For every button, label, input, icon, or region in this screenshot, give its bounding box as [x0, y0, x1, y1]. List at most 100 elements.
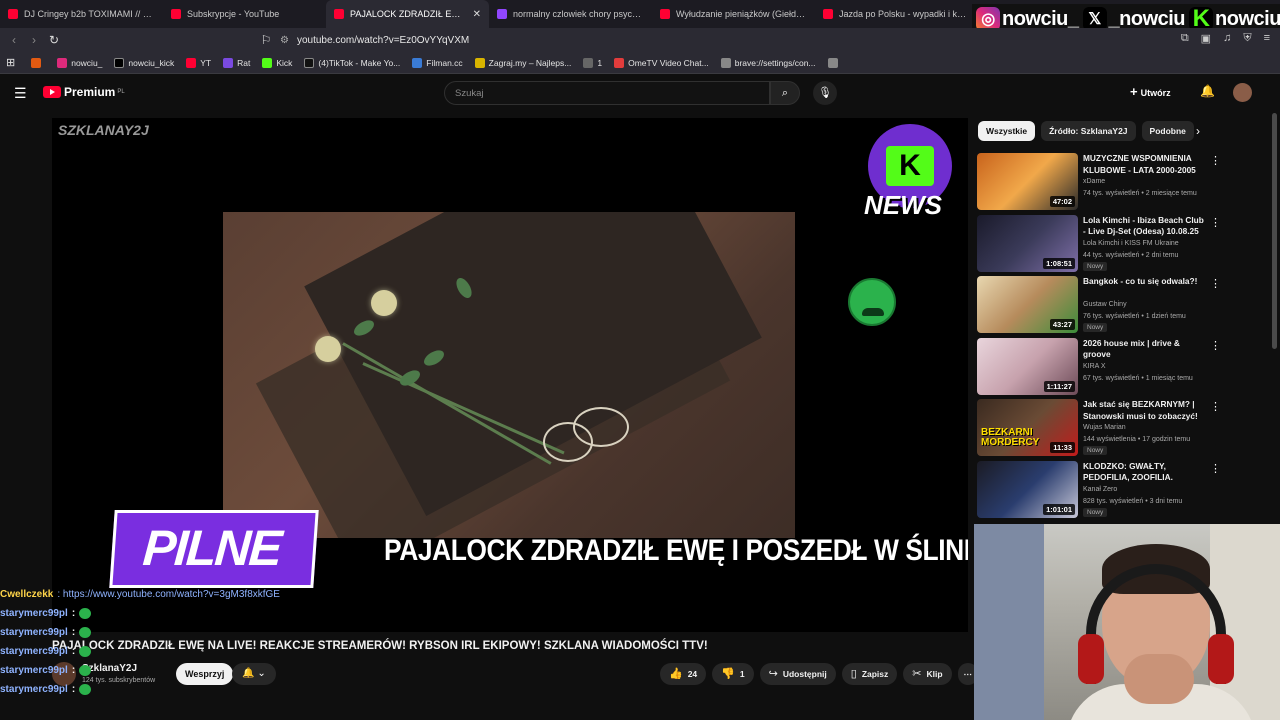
more-vertical-icon[interactable]: ⋮: [1210, 339, 1221, 352]
bookmark-item[interactable]: 1: [583, 57, 602, 68]
bookmark-item[interactable]: YT: [186, 57, 211, 68]
filter-chips: Wszystkie Źródło: SzklanaY2J Podobne: [978, 121, 1194, 141]
bookmark-item[interactable]: brave://settings/con...: [720, 57, 816, 68]
browser-tab[interactable]: DJ Cringey b2b TOXIMAMI // Sexpre: [0, 0, 163, 28]
chip-all[interactable]: Wszystkie: [978, 121, 1036, 141]
bookmark-item[interactable]: (4)TikTok - Make Yo...: [304, 57, 400, 68]
save-button[interactable]: ▯ Zapisz: [841, 663, 898, 685]
youtube-favicon-icon: [334, 9, 344, 19]
clip-button[interactable]: ✂ Klip: [903, 663, 952, 685]
recommendation-item[interactable]: BEZKARNI MORDERCY 11:33 Jak stać się BEZK…: [977, 397, 1223, 459]
recommendation-item[interactable]: 43:27 Bangkok - co tu się odwala?! Gusta…: [977, 274, 1223, 336]
game-icon: [474, 57, 485, 68]
youtube-favicon-icon: [171, 9, 181, 19]
microphone-icon: 🎙: [818, 87, 832, 99]
video-thumbnail[interactable]: 1:11:27: [977, 337, 1078, 395]
bookmark-item[interactable]: Rat: [223, 57, 250, 68]
tiktok-icon: [304, 57, 315, 68]
chat-message: starymerc99pl:: [0, 604, 340, 623]
recommendation-item[interactable]: 1:08:51 Lola Kimchi - Ibiza Beach Club -…: [977, 213, 1223, 275]
video-thumbnail[interactable]: 1:08:51: [977, 214, 1078, 272]
youtube-icon: [186, 57, 197, 68]
news-headline: PAJALOCK ZDRADZIŁ EWĘ I POSZEDŁ W ŚLINĘ: [384, 534, 968, 567]
share-button[interactable]: ↪ Udostępnij: [759, 663, 836, 685]
more-vertical-icon[interactable]: ⋮: [1210, 216, 1221, 229]
account-avatar[interactable]: [1233, 83, 1252, 102]
video-player[interactable]: SZKLANAY2J K NEWS PILNE PAJALOCK ZDRADZI…: [52, 118, 968, 632]
channel-watermark: SZKLANAY2J: [58, 122, 149, 138]
more-horizontal-icon: ⋯: [963, 669, 973, 679]
save-icon: ▯: [850, 668, 857, 680]
browser-tab[interactable]: Subskrypcje - YouTube: [163, 0, 326, 28]
chip-similar[interactable]: Podobne: [1141, 121, 1194, 141]
more-vertical-icon[interactable]: ⋮: [1210, 277, 1221, 290]
twitch-icon: [223, 57, 234, 68]
bookmark-item[interactable]: nowciu_kick: [114, 57, 174, 68]
forward-icon[interactable]: ›: [24, 33, 44, 47]
chat-emote-icon: [79, 608, 92, 619]
hamburger-menu-icon[interactable]: ☰: [14, 85, 27, 102]
bookmark-icon[interactable]: ⚐: [256, 33, 276, 47]
create-button[interactable]: + Utwórz: [1130, 84, 1171, 99]
apps-grid-icon[interactable]: ⊞: [6, 56, 15, 69]
media-icon[interactable]: ♫: [1223, 32, 1231, 45]
shield-icon[interactable]: ⛨: [1243, 32, 1251, 45]
chat-message: Cwellczekk: https://www.youtube.com/watc…: [0, 589, 280, 600]
more-vertical-icon[interactable]: ⋮: [1210, 400, 1221, 413]
chevron-right-icon[interactable]: ›: [1196, 124, 1200, 138]
url-field[interactable]: ⚙ youtube.com/watch?v=Ez0OvYYqVXM: [280, 31, 940, 49]
back-icon[interactable]: ‹: [4, 33, 24, 47]
video-thumbnail[interactable]: 47:02: [977, 153, 1078, 210]
video-actions: 👍 24 👎 1 ↪ Udostępnij ▯ Zapisz ✂ Klip ⋯: [660, 663, 979, 685]
tab-manager-icon[interactable]: ▣: [1201, 32, 1211, 45]
browser-tab[interactable]: Jazda po Polsku - wypadki i kolizje: [815, 0, 978, 28]
more-vertical-icon[interactable]: ⋮: [1210, 154, 1221, 167]
bookmark-item[interactable]: [31, 57, 45, 68]
extension-icon[interactable]: ⧉: [1181, 32, 1189, 45]
search-button[interactable]: ⌕: [770, 81, 800, 105]
recommendation-item[interactable]: 1:11:27 2026 house mix | drive & groove …: [977, 336, 1223, 398]
like-button[interactable]: 👍 24: [660, 663, 707, 685]
browser-tab[interactable]: normalny czlowiek chory psychiczne: [489, 0, 652, 28]
browser-tab[interactable]: Wyłudzanie pieniążków (Giełda - Od: [652, 0, 815, 28]
bookmark-item[interactable]: Filman.cc: [412, 57, 463, 68]
chat-message: starymerc99pl:: [0, 623, 340, 642]
reload-icon[interactable]: ↻: [44, 33, 64, 47]
stream-chat-overlay: Cwellczekk: https://www.youtube.com/watc…: [0, 585, 340, 699]
globe-icon: [583, 57, 594, 68]
plus-icon: +: [1130, 84, 1138, 99]
bookmark-item[interactable]: Kick: [262, 57, 292, 68]
recommendation-item[interactable]: 47:02 MUZYCZNE WSPOMNIENIA KLUBOWE - LAT…: [977, 151, 1223, 213]
page-scrollbar[interactable]: [1272, 113, 1277, 349]
new-badge: Nowy: [1083, 261, 1108, 271]
chip-source[interactable]: Źródło: SzklanaY2J: [1041, 121, 1136, 141]
close-tab-icon[interactable]: ✕: [473, 9, 481, 20]
dislike-button[interactable]: 👎 1: [712, 663, 754, 685]
youtube-logo[interactable]: Premium PL: [43, 85, 125, 99]
bookmark-item[interactable]: nowciu_: [57, 57, 102, 68]
recommendation-item[interactable]: 1:01:01 KLODZKO: GWAŁTY, PEDOFILIA, ZOOF…: [977, 459, 1223, 521]
video-thumbnail[interactable]: 1:01:01: [977, 460, 1078, 518]
globe-icon: [720, 57, 731, 68]
youtube-favicon-icon: [8, 9, 18, 19]
browser-tab-active[interactable]: PAJALOCK ZDRADZIŁ EWĘ N...✕: [326, 0, 489, 28]
youtube-favicon-icon: [823, 9, 833, 19]
notifications-bell-icon[interactable]: 🔔: [1200, 84, 1215, 98]
menu-icon[interactable]: ≡: [1264, 32, 1270, 45]
bookmark-item[interactable]: OmeTV Video Chat...: [614, 57, 709, 68]
bookmark-item[interactable]: Zagraj.my – Najleps...: [474, 57, 571, 68]
bookmark-item[interactable]: [827, 57, 842, 68]
video-thumbnail[interactable]: 43:27: [977, 276, 1078, 333]
chat-emote-icon: [79, 627, 92, 638]
kick-icon: [262, 57, 273, 68]
chat-message: starymerc99pl:: [0, 642, 340, 661]
video-frame-image: [223, 212, 795, 538]
video-thumbnail[interactable]: BEZKARNI MORDERCY 11:33: [977, 399, 1078, 456]
chat-emote-icon: [79, 684, 92, 695]
webcam-overlay: [974, 524, 1280, 720]
chat-message: starymerc99pl:: [0, 680, 340, 699]
more-vertical-icon[interactable]: ⋮: [1210, 462, 1221, 475]
site-info-icon[interactable]: ⚙: [280, 35, 289, 46]
search-input[interactable]: Szukaj: [444, 81, 770, 105]
voice-search-button[interactable]: 🎙: [813, 81, 837, 105]
